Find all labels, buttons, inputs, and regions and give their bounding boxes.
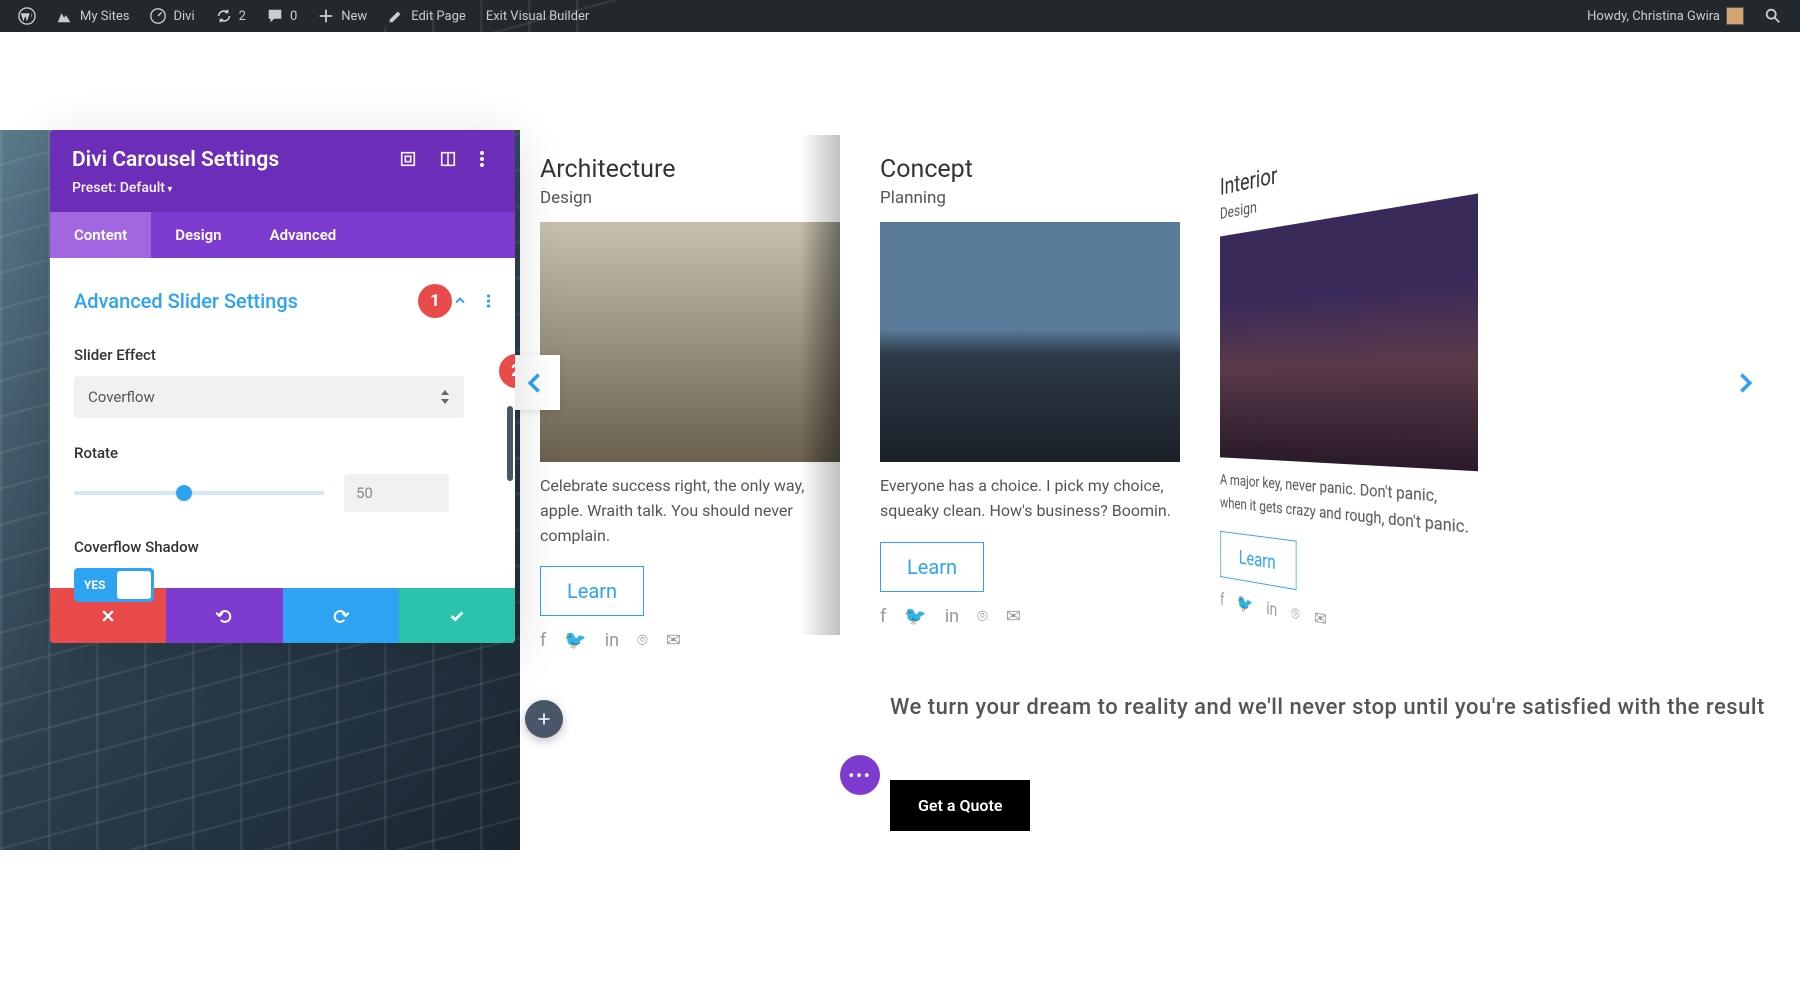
module-settings-panel: Divi Carousel Settings Preset: Default C… bbox=[50, 130, 515, 643]
tab-design[interactable]: Design bbox=[151, 212, 245, 258]
instagram-icon[interactable]: ⌾ bbox=[1291, 603, 1300, 625]
plus-icon bbox=[317, 7, 335, 25]
admin-search[interactable] bbox=[1754, 0, 1792, 32]
ellipsis-icon: ••• bbox=[848, 766, 871, 785]
howdy-label: Howdy, Christina Gwira bbox=[1587, 9, 1720, 24]
learn-button[interactable]: Learn bbox=[540, 566, 644, 616]
updates-link[interactable]: 2 bbox=[205, 0, 256, 32]
card-subtitle: Design bbox=[540, 188, 840, 208]
chevron-up-icon[interactable] bbox=[452, 293, 468, 309]
my-sites-label: My Sites bbox=[80, 9, 129, 24]
howdy-link[interactable]: Howdy, Christina Gwira bbox=[1577, 0, 1754, 32]
carousel-prev-button[interactable] bbox=[510, 355, 560, 410]
more-icon[interactable] bbox=[479, 150, 497, 168]
add-module-button[interactable] bbox=[525, 700, 563, 738]
card-image bbox=[540, 222, 840, 462]
section-title[interactable]: Advanced Slider Settings bbox=[74, 289, 406, 313]
twitter-icon[interactable]: 🐦 bbox=[904, 606, 926, 627]
card-social-icons: f 🐦 in ⌾ ✉ bbox=[540, 630, 840, 651]
gauge-icon bbox=[149, 7, 167, 25]
mail-icon[interactable]: ✉ bbox=[666, 630, 681, 651]
facebook-icon[interactable]: f bbox=[880, 606, 886, 627]
linkedin-icon[interactable]: in bbox=[945, 606, 959, 627]
new-label: New bbox=[341, 9, 367, 24]
slider-thumb[interactable] bbox=[176, 485, 192, 501]
linkedin-icon[interactable]: in bbox=[605, 630, 619, 651]
mail-icon[interactable]: ✉ bbox=[1006, 606, 1021, 627]
rotate-slider[interactable] bbox=[74, 491, 324, 495]
carousel-preview: Architecture Design Celebrate success ri… bbox=[540, 155, 1750, 651]
refresh-icon bbox=[215, 7, 233, 25]
card-description: Everyone has a choice. I pick my choice,… bbox=[880, 474, 1180, 524]
twitter-icon[interactable]: 🐦 bbox=[564, 630, 586, 651]
tab-content[interactable]: Content bbox=[50, 212, 151, 258]
card-title: Architecture bbox=[540, 155, 840, 184]
card-social-icons: f 🐦 in ⌾ ✉ bbox=[880, 606, 1180, 627]
card-description: A major key, never panic. Don't panic, w… bbox=[1220, 468, 1478, 542]
builder-more-button[interactable]: ••• bbox=[840, 755, 880, 795]
rotate-value-input[interactable] bbox=[344, 474, 449, 512]
instagram-icon[interactable]: ⌾ bbox=[637, 630, 648, 651]
tagline-text: We turn your dream to reality and we'll … bbox=[890, 690, 1765, 725]
card-image bbox=[880, 222, 1180, 462]
search-icon bbox=[1764, 7, 1782, 25]
carousel-card-concept[interactable]: Concept Planning Everyone has a choice. … bbox=[880, 155, 1180, 651]
linkedin-icon[interactable]: in bbox=[1266, 598, 1277, 620]
comments-link[interactable]: 0 bbox=[256, 0, 307, 32]
learn-button[interactable]: Learn bbox=[1220, 531, 1297, 590]
expand-icon[interactable] bbox=[399, 150, 417, 168]
preset-selector[interactable]: Preset: Default bbox=[72, 180, 493, 196]
carousel-card-architecture[interactable]: Architecture Design Celebrate success ri… bbox=[540, 155, 840, 651]
card-title: Concept bbox=[880, 155, 1180, 184]
wordpress-icon bbox=[18, 7, 36, 25]
card-subtitle: Planning bbox=[880, 188, 1180, 208]
scrollbar[interactable] bbox=[507, 406, 513, 481]
tab-advanced[interactable]: Advanced bbox=[246, 212, 361, 258]
learn-button[interactable]: Learn bbox=[880, 542, 984, 592]
carousel-card-interior[interactable]: Interior Design A major key, never panic… bbox=[1220, 116, 1478, 691]
slider-effect-label: Slider Effect bbox=[74, 346, 491, 364]
coverflow-shadow-toggle[interactable]: YES bbox=[74, 568, 154, 602]
panel-tabs: Content Design Advanced bbox=[50, 212, 515, 258]
panel-header[interactable]: Divi Carousel Settings Preset: Default bbox=[50, 130, 515, 212]
my-sites-link[interactable]: My Sites bbox=[46, 0, 139, 32]
snap-icon[interactable] bbox=[439, 150, 457, 168]
instagram-icon[interactable]: ⌾ bbox=[977, 606, 988, 627]
sites-icon bbox=[56, 7, 74, 25]
card-description: Celebrate success right, the only way, a… bbox=[540, 474, 840, 548]
carousel-next-button[interactable] bbox=[1720, 355, 1770, 410]
toggle-knob bbox=[117, 571, 151, 599]
panel-body: Advanced Slider Settings 1 Slider Effect… bbox=[50, 258, 515, 588]
select-caret-icon bbox=[440, 390, 450, 404]
rotate-label: Rotate bbox=[74, 444, 491, 462]
slider-effect-select[interactable]: Coverflow bbox=[74, 376, 464, 418]
site-name-link[interactable]: Divi bbox=[139, 0, 204, 32]
toggle-label: YES bbox=[74, 578, 106, 592]
card-social-icons: f 🐦 in ⌾ ✉ bbox=[1220, 589, 1478, 661]
comment-icon bbox=[266, 7, 284, 25]
facebook-icon[interactable]: f bbox=[540, 630, 546, 651]
new-link[interactable]: New bbox=[307, 0, 377, 32]
coverflow-shadow-label: Coverflow Shadow bbox=[74, 538, 491, 556]
section-more-icon[interactable] bbox=[486, 293, 491, 309]
wp-logo[interactable] bbox=[8, 0, 46, 32]
avatar bbox=[1726, 7, 1744, 25]
wp-admin-bar: My Sites Divi 2 0 New Edit Page Exit Vis… bbox=[0, 0, 1800, 32]
comments-count: 0 bbox=[290, 9, 297, 24]
slider-effect-value: Coverflow bbox=[88, 388, 155, 406]
get-quote-button[interactable]: Get a Quote bbox=[890, 780, 1030, 831]
card-image bbox=[1220, 193, 1478, 471]
updates-count: 2 bbox=[239, 9, 246, 24]
annotation-badge-1: 1 bbox=[418, 284, 452, 318]
site-name-label: Divi bbox=[173, 9, 194, 24]
facebook-icon[interactable]: f bbox=[1220, 589, 1224, 609]
mail-icon[interactable]: ✉ bbox=[1314, 607, 1326, 631]
twitter-icon[interactable]: 🐦 bbox=[1237, 593, 1253, 616]
